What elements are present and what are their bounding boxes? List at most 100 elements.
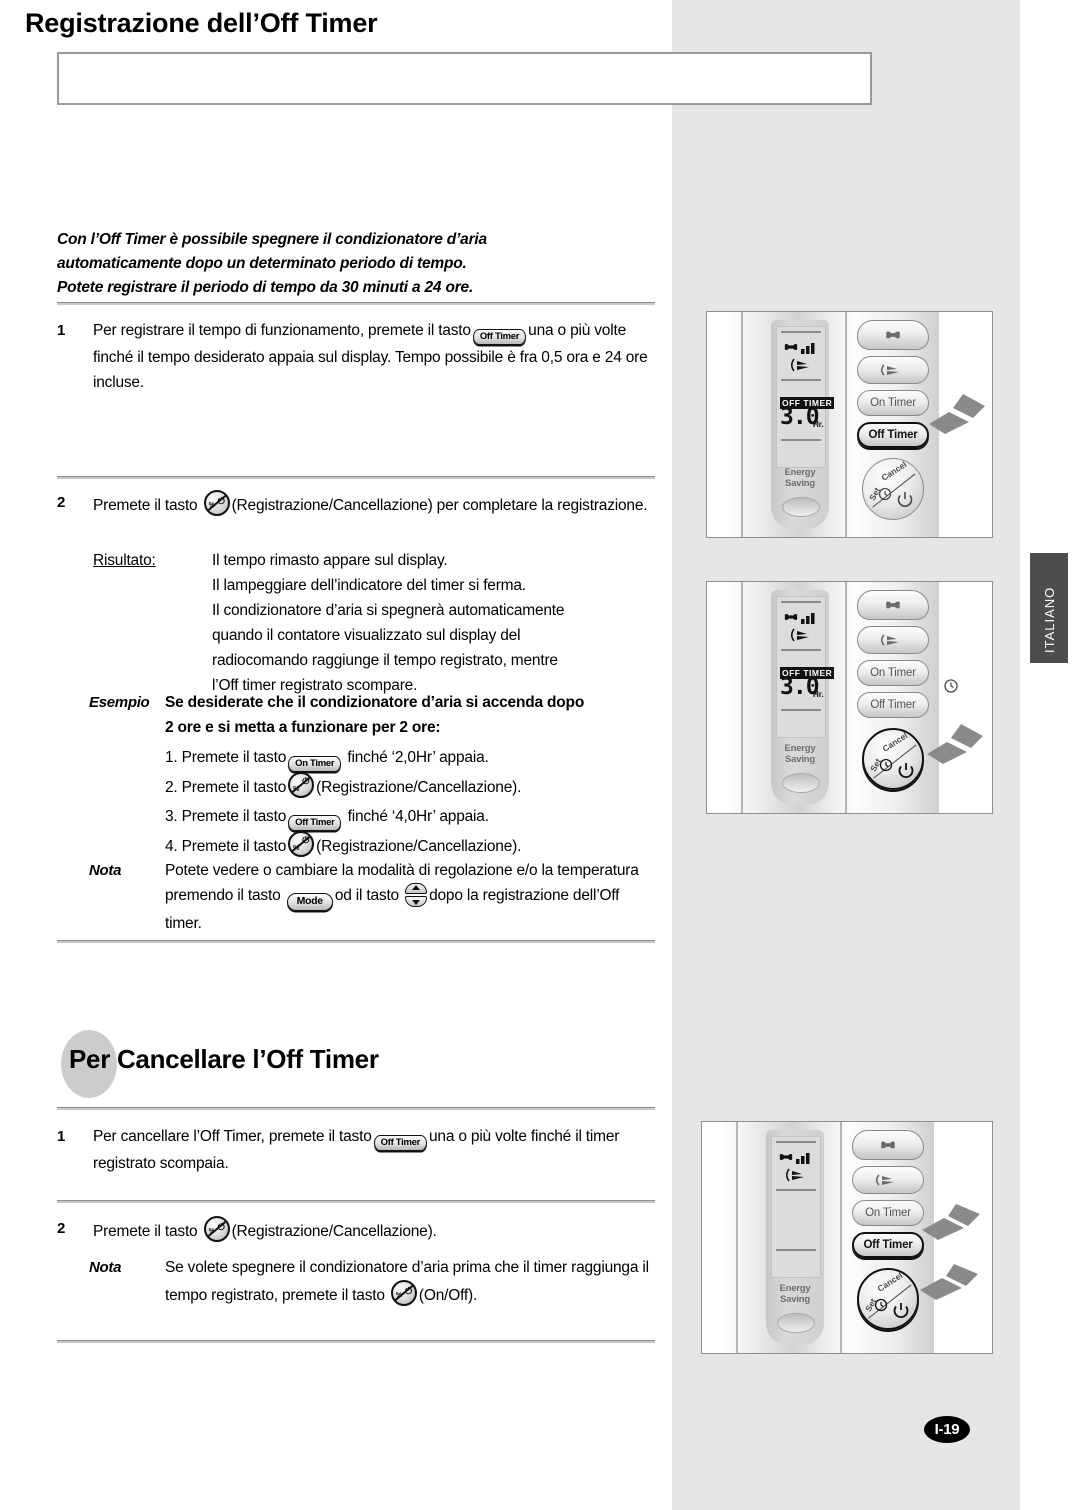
divider-6: [57, 1340, 655, 1343]
step-number: 2: [57, 1220, 66, 1237]
lcd-rule-mid: [781, 379, 821, 381]
esempio-heading-line-2: 2 ore e si metta a funzionare per 2 ore:: [165, 719, 441, 736]
risultato-lines: Il tempo rimasto appare sul display. Il …: [212, 548, 657, 698]
section2-step-2: 2 Premete il tasto %⏻(Registrazione/Canc…: [57, 1216, 657, 1244]
esempio-item-before: Premete il tasto: [181, 808, 287, 825]
set-cancel-icon[interactable]: %⏻: [288, 772, 315, 798]
lcd-rule-bottom: [776, 1249, 816, 1251]
up-down-icon[interactable]: [405, 883, 428, 907]
section2-step-1: 1 Per cancellare l’Off Timer, premete il…: [57, 1124, 657, 1176]
esempio-item-number: 4.: [165, 838, 178, 855]
figure-1: OFF TIMER 3.0 Hr. Energy Saving On Timer…: [706, 311, 993, 538]
remote-seam-left: [741, 312, 743, 537]
nota-body: Se volete spegnere il condizionatore d’a…: [165, 1255, 657, 1308]
risultato-line: Il condizionatore d’aria si spegnerà aut…: [212, 602, 565, 619]
lcd-rule-top: [781, 601, 821, 603]
lcd-column: Energy Saving: [766, 1130, 824, 1345]
arrow-to-off-timer: [917, 392, 989, 445]
mode-button-glyph[interactable]: Mode: [286, 893, 333, 911]
remote-oval-hole: [777, 1313, 815, 1333]
remote-body: OFF TIMER 3.0 Hr. Energy Saving On Timer…: [727, 312, 939, 537]
section2-heading-wrap: Per Cancellare l’Off Timer: [57, 1028, 657, 1098]
remote-seam-right: [845, 312, 847, 537]
step-body: Premete il tasto %⏻(Registrazione/Cancel…: [93, 1216, 657, 1244]
fan-speed-icon: [777, 1149, 817, 1165]
esempio-item-before: Premete il tasto: [181, 779, 287, 796]
fan-icon: [881, 1141, 895, 1149]
clock-icon: [874, 1298, 888, 1317]
on-timer-button[interactable]: On Timer: [857, 660, 929, 686]
step-number: 1: [57, 1128, 66, 1145]
fan-button[interactable]: [857, 590, 929, 620]
lcd-display: OFF TIMER 3.0 Hr.: [776, 326, 835, 468]
energy-saving-label: Energy Saving: [779, 1283, 811, 1305]
divider-3: [57, 940, 655, 943]
esempio-item: 3. Premete il tasto Off Timer finché ‘4,0…: [165, 802, 657, 831]
fan-speed-icon: [782, 609, 822, 625]
swing-icon: [790, 627, 817, 643]
page-number-badge: I-19: [924, 1416, 970, 1443]
divider-5: [57, 1200, 655, 1203]
esempio-item-after: (Registrazione/Cancellazione).: [316, 779, 522, 796]
set-cancel-button[interactable]: Set Cancel: [862, 458, 924, 520]
nota-text-after: (On/Off).: [418, 1287, 478, 1304]
lcd-rule-bottom: [781, 439, 821, 441]
figure-3: Energy Saving On Timer Off Timer Set Can…: [701, 1121, 993, 1354]
set-cancel-icon[interactable]: %⏻: [203, 490, 230, 516]
divider-2: [57, 476, 655, 479]
remote-seam-left: [736, 1122, 738, 1353]
step-body: Per registrare il tempo di funzionamento…: [93, 318, 657, 395]
divider-1: [57, 302, 655, 305]
energy-saving-label: Energy Saving: [784, 467, 816, 489]
risultato-line: radiocomando raggiunge il tempo registra…: [212, 652, 558, 669]
lcd-off-timer-label: [775, 1207, 779, 1209]
off-timer-button-glyph[interactable]: Off Timer: [288, 815, 342, 831]
esempio-item: 4. Premete il tasto%⏻(Registrazione/Canc…: [165, 831, 657, 861]
divider-4: [57, 1107, 655, 1110]
swing-icon: [790, 357, 817, 373]
remote-seam-left: [741, 582, 743, 813]
esempio-item-after: (Registrazione/Cancellazione).: [316, 838, 522, 855]
remote-seam-right: [840, 1122, 842, 1353]
figure-2: OFF TIMER 3.0 Hr. Energy Saving On Timer…: [706, 581, 993, 814]
lcd-display: [771, 1136, 821, 1278]
step-number: 1: [57, 322, 66, 339]
esempio-item: 1. Premete il tasto On Timer finché ‘2,0H…: [165, 743, 657, 772]
swing-button[interactable]: [852, 1166, 924, 1194]
page-title: Registrazione dell’Off Timer: [25, 8, 378, 38]
remote-body: Energy Saving On Timer Off Timer Set Can…: [722, 1122, 951, 1353]
nota-text-middle: od il tasto: [334, 887, 399, 904]
step-body: Premete il tasto %⏻(Registrazione/Cancel…: [93, 490, 657, 518]
swing-button[interactable]: [857, 626, 929, 654]
swing-icon: [875, 1174, 894, 1186]
esempio-heading: Se desiderate che il condizionatore d’ar…: [165, 690, 657, 740]
swing-button[interactable]: [857, 356, 929, 384]
remote-control-1: OFF TIMER 3.0 Hr. Energy Saving On Timer…: [707, 312, 992, 537]
fan-button[interactable]: [852, 1130, 924, 1160]
set-cancel-icon[interactable]: %⏻: [390, 1280, 417, 1306]
lcd-rule-bottom: [781, 709, 821, 711]
lcd-rule-mid: [781, 649, 821, 651]
nota-tag: Nota: [89, 1259, 122, 1276]
arrow-to-off-timer: [908, 1202, 984, 1251]
esempio-list: 1. Premete il tasto On Timer finché ‘2,0H…: [165, 740, 657, 861]
esempio-item: 2. Premete il tasto%⏻(Registrazione/Canc…: [165, 772, 657, 802]
set-cancel-icon[interactable]: %⏻: [288, 831, 315, 857]
esempio-item-after: finché ‘4,0Hr’ appaia.: [347, 808, 489, 825]
on-timer-button-glyph[interactable]: On Timer: [288, 756, 342, 772]
off-timer-button[interactable]: Off Timer: [857, 692, 929, 718]
esempio-item-number: 3.: [165, 808, 178, 825]
off-timer-button-glyph[interactable]: Off Timer: [373, 1135, 427, 1151]
step-text-after: (Registrazione/Cancellazione) per comple…: [231, 497, 648, 514]
power-icon: [896, 491, 914, 514]
step-body: Per cancellare l’Off Timer, premete il t…: [93, 1124, 657, 1176]
lcd-column: OFF TIMER 3.0 Hr. Energy Saving: [771, 590, 835, 805]
set-cancel-icon[interactable]: %⏻: [203, 1216, 230, 1242]
lcd-timer-unit: Hr.: [813, 690, 824, 699]
page-title-box: [57, 52, 872, 105]
step-text-before: Per cancellare l’Off Timer, premete il t…: [93, 1128, 372, 1145]
cancel-label: Cancel: [880, 730, 910, 754]
remote-control-2: OFF TIMER 3.0 Hr. Energy Saving On Timer…: [707, 582, 992, 813]
off-timer-button-glyph[interactable]: Off Timer: [472, 329, 527, 345]
fan-button[interactable]: [857, 320, 929, 350]
